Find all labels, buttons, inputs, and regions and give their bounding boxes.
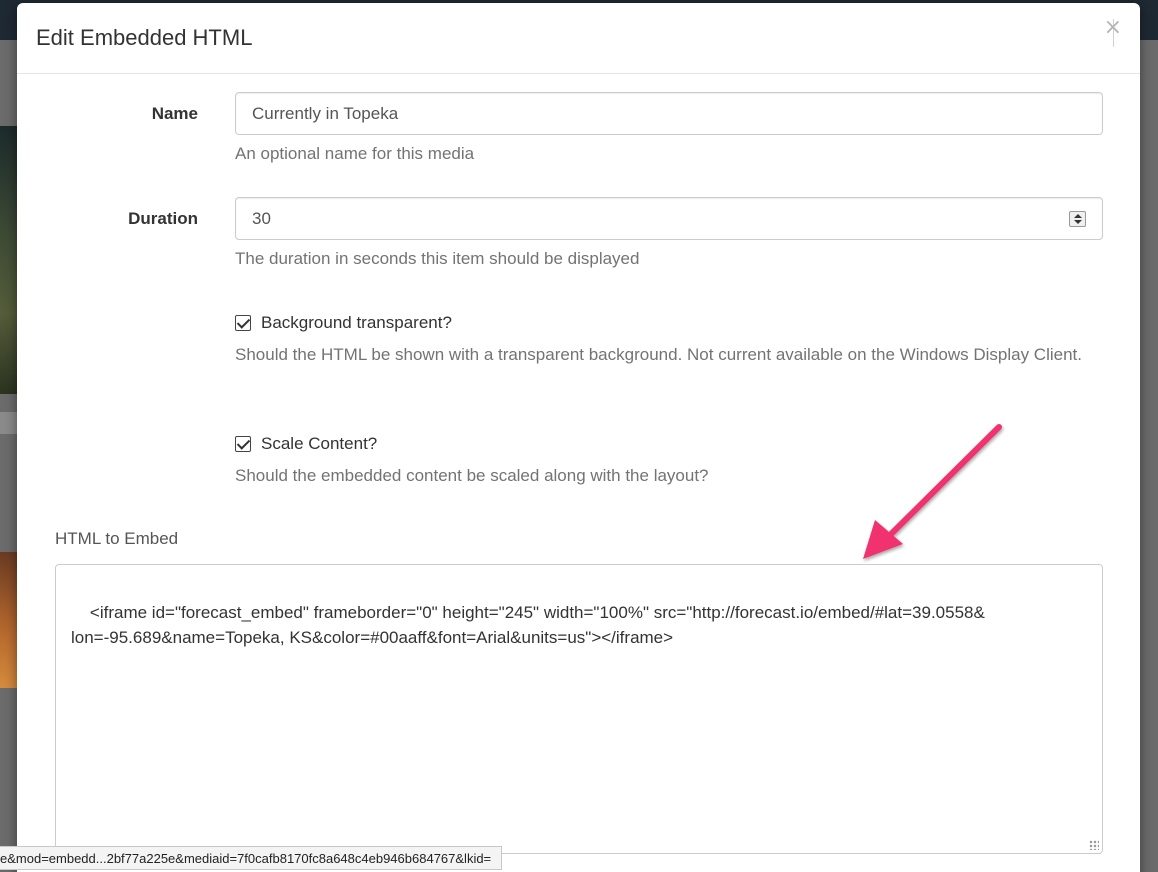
transparent-label[interactable]: Background transparent?	[261, 313, 452, 333]
transparent-help: Should the HTML be shown with a transpar…	[235, 345, 1082, 364]
background-label	[0, 412, 18, 434]
scale-help: Should the embedded content be scaled al…	[235, 466, 709, 485]
scale-checkbox-row[interactable]: Scale Content?	[235, 434, 377, 454]
browser-status-bar: e&mod=embedd...2bf77a225e&mediaid=7f0caf…	[0, 846, 503, 870]
close-button[interactable]: ×	[1104, 17, 1122, 39]
duration-label: Duration	[128, 209, 198, 228]
transparent-checkbox-row[interactable]: Background transparent?	[235, 313, 452, 333]
scale-checkbox[interactable]	[235, 436, 251, 452]
embed-label: HTML to Embed	[55, 529, 179, 548]
embed-textarea-value: <iframe id="forecast_embed" frameborder=…	[71, 603, 985, 647]
annotation-arrow-icon	[863, 424, 1002, 559]
duration-spinner[interactable]	[1069, 211, 1086, 227]
resize-grip-icon[interactable]	[1089, 840, 1099, 850]
name-help: An optional name for this media	[235, 144, 475, 163]
status-url: e&mod=embedd...2bf77a225e&mediaid=7f0caf…	[0, 850, 492, 866]
scale-label[interactable]: Scale Content?	[261, 434, 377, 454]
name-label: Name	[151, 104, 198, 123]
duration-help: The duration in seconds this item should…	[235, 249, 640, 268]
name-input-value: Currently in Topeka	[252, 103, 399, 123]
transparent-checkbox[interactable]	[235, 315, 251, 331]
modal-header: Edit Embedded HTML ×	[17, 3, 1140, 74]
modal-title: Edit Embedded HTML	[36, 25, 253, 50]
embed-textarea[interactable]: <iframe id="forecast_embed" frameborder=…	[55, 564, 1103, 854]
duration-input-value: 30	[252, 208, 271, 228]
name-input[interactable]: Currently in Topeka	[235, 92, 1103, 135]
background-thumbnail	[0, 126, 18, 394]
background-thumbnail-2	[0, 552, 18, 688]
background-page-right	[1140, 40, 1158, 872]
duration-input[interactable]: 30	[235, 197, 1103, 240]
